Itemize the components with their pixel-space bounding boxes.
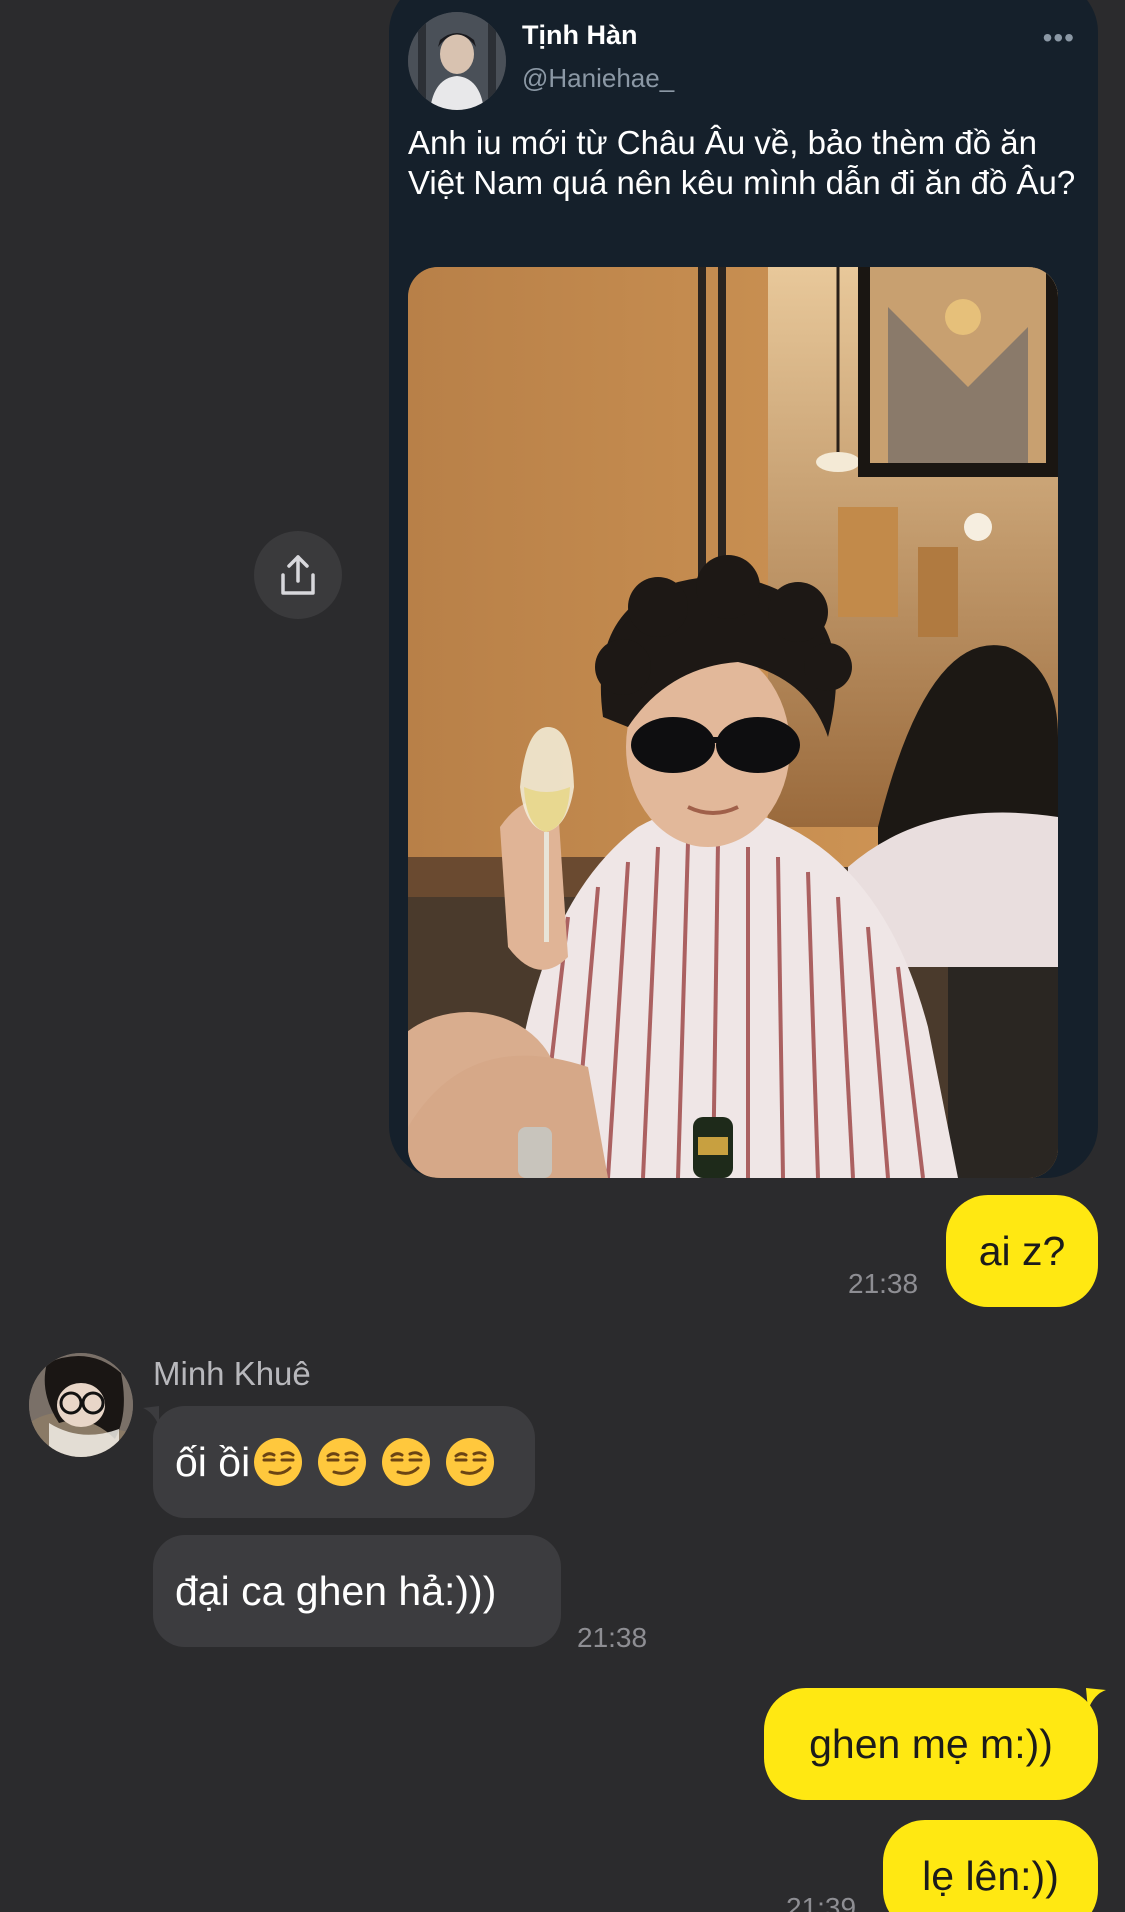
message-text: ghen mẹ m:)): [809, 1720, 1053, 1767]
message-time: 21:38: [848, 1268, 919, 1299]
bubble-tail: [143, 1406, 159, 1426]
message-text: đại ca ghen hả:))): [175, 1567, 497, 1614]
outgoing-message-bubble[interactable]: ai z?: [946, 1195, 1098, 1307]
sender-avatar[interactable]: [29, 1353, 133, 1457]
outgoing-message-bubble[interactable]: ghen mẹ m:)): [764, 1688, 1106, 1800]
incoming-message-bubble[interactable]: đại ca ghen hả:))): [153, 1535, 561, 1647]
share-upload-icon: [281, 555, 315, 595]
chat-screen: Tịnh Hàn @Haniehae_ ••• Anh iu mới từ Ch…: [0, 0, 1125, 1912]
smirk-face-icon: [318, 1438, 367, 1487]
more-dots-icon[interactable]: •••: [1043, 22, 1075, 54]
incoming-message-bubble[interactable]: ối ồi: [143, 1406, 535, 1518]
message-text: ối ồi: [175, 1438, 251, 1485]
smirk-face-icon: [254, 1438, 303, 1487]
smirk-face-icon: [382, 1438, 431, 1487]
sender-name[interactable]: Minh Khuê: [153, 1355, 311, 1393]
smirk-face-icon: [446, 1438, 495, 1487]
tweet-text: Anh iu mới từ Châu Âu về, bảo thèm đồ ăn…: [408, 124, 1076, 201]
bubble-tail: [1086, 1688, 1106, 1710]
outgoing-message-bubble[interactable]: lẹ lên:)): [883, 1820, 1098, 1912]
share-button[interactable]: [254, 531, 342, 619]
shared-tweet-card[interactable]: Tịnh Hàn @Haniehae_ ••• Anh iu mới từ Ch…: [389, 0, 1098, 1178]
message-text: ai z?: [978, 1227, 1066, 1274]
tweet-author-name[interactable]: Tịnh Hàn: [522, 20, 638, 51]
emoji-row: [250, 1436, 496, 1488]
message-text: lẹ lên:)): [922, 1852, 1059, 1899]
message-time: 21:38: [577, 1622, 648, 1653]
message-time: 21:39: [786, 1892, 857, 1912]
tweet-photo[interactable]: [408, 267, 1058, 1178]
tweet-author-avatar[interactable]: [408, 12, 506, 110]
tweet-author-handle[interactable]: @Haniehae_: [522, 63, 674, 94]
